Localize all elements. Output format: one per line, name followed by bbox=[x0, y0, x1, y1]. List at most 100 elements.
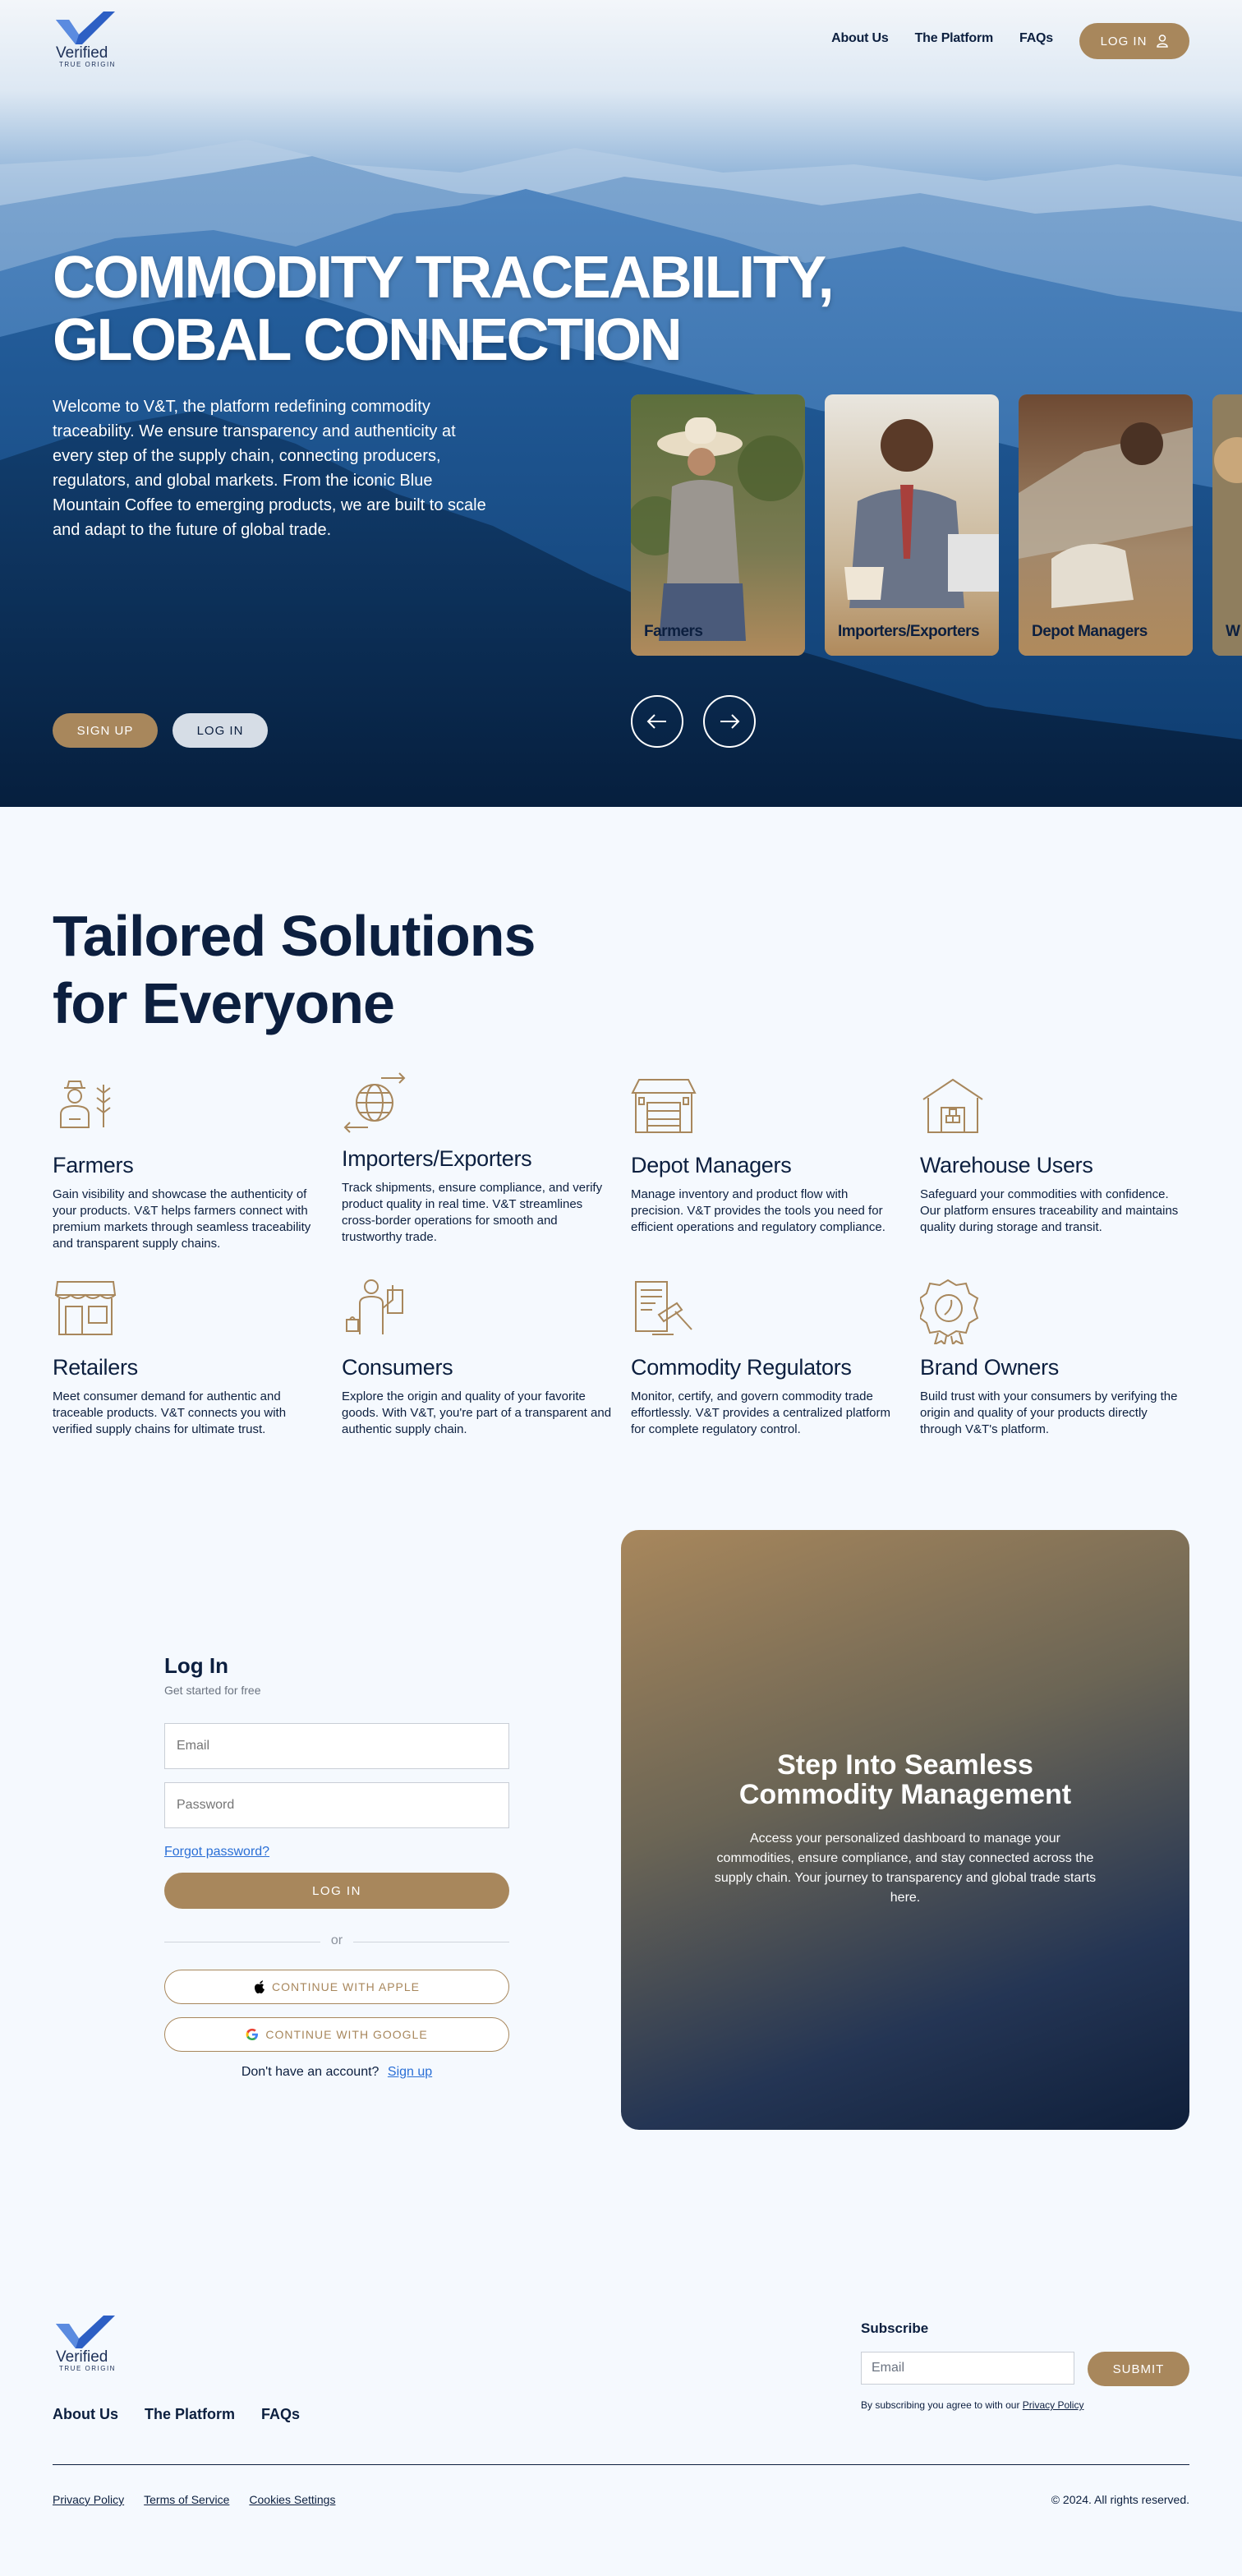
hero-login-button[interactable]: LOG IN bbox=[172, 713, 268, 748]
carousel-card-warehouse-users[interactable]: W bbox=[1212, 394, 1242, 656]
cookies-settings-link[interactable]: Cookies Settings bbox=[249, 2493, 335, 2506]
solutions-title-line1: Tailored Solutions bbox=[53, 904, 536, 968]
carousel-next-button[interactable] bbox=[703, 695, 756, 748]
footer-faqs[interactable]: FAQs bbox=[261, 2406, 300, 2423]
or-divider: or bbox=[164, 1933, 509, 1950]
solution-consumers: Consumers Explore the origin and quality… bbox=[342, 1279, 613, 1438]
login-subtitle: Get started for free bbox=[164, 1684, 261, 1697]
login-form: Log In Get started for free Forgot passw… bbox=[164, 1653, 509, 2080]
nav-faqs[interactable]: FAQs bbox=[1019, 31, 1053, 46]
login-submit-button[interactable]: LOG IN bbox=[164, 1873, 509, 1909]
forgot-password-link[interactable]: Forgot password? bbox=[164, 1845, 269, 1859]
depot-icon bbox=[631, 1079, 697, 1133]
solution-brand-owners: Brand Owners Build trust with your consu… bbox=[918, 1279, 1191, 1438]
apple-icon bbox=[254, 1980, 264, 1993]
no-account-text: Don't have an account? bbox=[241, 2065, 380, 2079]
solution-title: Warehouse Users bbox=[920, 1153, 1093, 1177]
solution-text: Manage inventory and product flow with p… bbox=[631, 1187, 886, 1234]
footer-about-us[interactable]: About Us bbox=[53, 2406, 118, 2423]
terms-of-service-link[interactable]: Terms of Service bbox=[144, 2493, 229, 2506]
nav-login-button[interactable]: LOG IN bbox=[1079, 23, 1189, 59]
solution-retailers: Retailers Meet consumer demand for authe… bbox=[53, 1279, 324, 1438]
hero-title-line2: GLOBAL CONNECTION bbox=[53, 307, 683, 373]
verified-logo[interactable]: Verified TRUE ORIGIN bbox=[53, 12, 118, 71]
storefront-icon bbox=[54, 1281, 117, 1335]
signup-prompt: Don't have an account? Sign up bbox=[164, 2065, 509, 2080]
depot-photo bbox=[1019, 394, 1193, 656]
globe-exchange-icon bbox=[343, 1072, 406, 1133]
solution-text: Gain visibility and showcase the authent… bbox=[53, 1187, 311, 1251]
solutions-section: Tailored Solutions for Everyone Farmers … bbox=[0, 807, 1242, 1530]
card-label-warehouse-users: W bbox=[1226, 623, 1240, 640]
signup-link[interactable]: Sign up bbox=[388, 2065, 432, 2079]
warehouse-icon bbox=[922, 1078, 983, 1133]
warehouse-photo bbox=[1212, 394, 1242, 656]
carousel-card-importers-exporters[interactable]: Importers/Exporters bbox=[825, 394, 999, 656]
checkmark-logo-icon bbox=[56, 2316, 115, 2348]
apple-button-label: CONTINUE WITH APPLE bbox=[271, 1980, 421, 1993]
footer-divider bbox=[53, 2464, 1189, 2465]
solution-text: Meet consumer demand for authentic and t… bbox=[53, 1389, 287, 1436]
subscribe-privacy-link[interactable]: Privacy Policy bbox=[1023, 2399, 1084, 2411]
hero-title-line1: COMMODITY TRACEABILITY, bbox=[53, 245, 835, 311]
subscribe-title: Subscribe bbox=[861, 2320, 929, 2336]
card-label-farmers: Farmers bbox=[644, 623, 703, 640]
privacy-policy-link[interactable]: Privacy Policy bbox=[53, 2493, 124, 2506]
subscribe-note-text: By subscribing you agree to with our bbox=[861, 2399, 1020, 2411]
hero-section: Verified TRUE ORIGIN About Us The Platfo… bbox=[0, 0, 1242, 807]
solution-text: Track shipments, ensure compliance, and … bbox=[342, 1181, 603, 1244]
solution-text: Safeguard your commodities with confiden… bbox=[920, 1187, 1179, 1234]
solution-text: Explore the origin and quality of your f… bbox=[342, 1389, 612, 1436]
hero-description: Welcome to V&T, the platform redefining … bbox=[53, 398, 486, 539]
farmer-photo bbox=[631, 394, 805, 656]
continue-with-apple-button[interactable]: CONTINUE WITH APPLE bbox=[164, 1970, 509, 2004]
solution-text: Monitor, certify, and govern commodity t… bbox=[631, 1389, 890, 1436]
nav-about-us[interactable]: About Us bbox=[831, 31, 889, 46]
password-field[interactable] bbox=[164, 1782, 509, 1828]
subscribe-note: By subscribing you agree to with our Pri… bbox=[861, 2399, 1189, 2411]
solution-commodity-regulators: Commodity Regulators Monitor, certify, a… bbox=[631, 1279, 902, 1438]
legal-links: Privacy Policy Terms of Service Cookies … bbox=[53, 2493, 335, 2506]
carousel-card-farmers[interactable]: Farmers bbox=[631, 394, 805, 656]
subscribe-submit-button[interactable]: SUBMIT bbox=[1088, 2352, 1189, 2386]
footer-logo[interactable]: Verified TRUE ORIGIN bbox=[53, 2316, 118, 2375]
subscribe-row: Email SUBMIT bbox=[861, 2352, 1189, 2386]
consumer-icon bbox=[346, 1279, 403, 1334]
badge-icon bbox=[918, 1279, 979, 1347]
footer-the-platform[interactable]: The Platform bbox=[145, 2406, 235, 2423]
arrow-right-icon bbox=[720, 714, 740, 729]
regulator-icon bbox=[635, 1281, 692, 1335]
promo-title-line2: Commodity Management bbox=[738, 1779, 1072, 1810]
arrow-left-icon bbox=[646, 714, 666, 729]
nav-login-label: LOG IN bbox=[1100, 34, 1148, 48]
google-icon bbox=[246, 2028, 259, 2040]
solution-text: Build trust with your consumers by verif… bbox=[920, 1389, 1178, 1436]
copyright: © 2024. All rights reserved. bbox=[1051, 2493, 1189, 2506]
nav-links: About Us The Platform FAQs bbox=[831, 31, 1053, 46]
nav-the-platform[interactable]: The Platform bbox=[915, 31, 994, 46]
solution-warehouse-users: Warehouse Users Safeguard your commoditi… bbox=[920, 1076, 1191, 1236]
card-label-importers-exporters: Importers/Exporters bbox=[838, 623, 980, 640]
solutions-title: Tailored Solutions for Everyone bbox=[53, 902, 536, 1037]
email-field[interactable] bbox=[164, 1723, 509, 1769]
google-button-label: CONTINUE WITH GOOGLE bbox=[265, 2028, 428, 2041]
footer: Verified TRUE ORIGIN About Us The Platfo… bbox=[0, 2245, 1242, 2576]
carousel-card-depot-managers[interactable]: Depot Managers bbox=[1019, 394, 1193, 656]
solution-title: Brand Owners bbox=[920, 1355, 1059, 1380]
solution-importers-exporters: Importers/Exporters Track shipments, ens… bbox=[342, 1070, 613, 1246]
login-title: Log In bbox=[164, 1653, 228, 1678]
promo-title-line1: Step Into Seamless bbox=[777, 1749, 1033, 1781]
solution-title: Commodity Regulators bbox=[631, 1355, 852, 1380]
checkmark-logo-icon bbox=[56, 12, 115, 44]
solution-title: Depot Managers bbox=[631, 1153, 792, 1177]
subscribe-email-field[interactable]: Email bbox=[861, 2352, 1074, 2385]
carousel-prev-button[interactable] bbox=[631, 695, 683, 748]
continue-with-google-button[interactable]: CONTINUE WITH GOOGLE bbox=[164, 2017, 509, 2052]
solution-title: Farmers bbox=[53, 1153, 134, 1177]
solution-title: Consumers bbox=[342, 1355, 453, 1380]
top-navigation: Verified TRUE ORIGIN About Us The Platfo… bbox=[0, 0, 1242, 82]
role-carousel: Farmers Importers/Exporters Depot Manage… bbox=[631, 394, 1242, 656]
hero-signup-button[interactable]: SIGN UP bbox=[53, 713, 158, 748]
logo-wordmark: Verified bbox=[56, 2348, 108, 2366]
logo-tagline: TRUE ORIGIN bbox=[59, 2365, 116, 2372]
